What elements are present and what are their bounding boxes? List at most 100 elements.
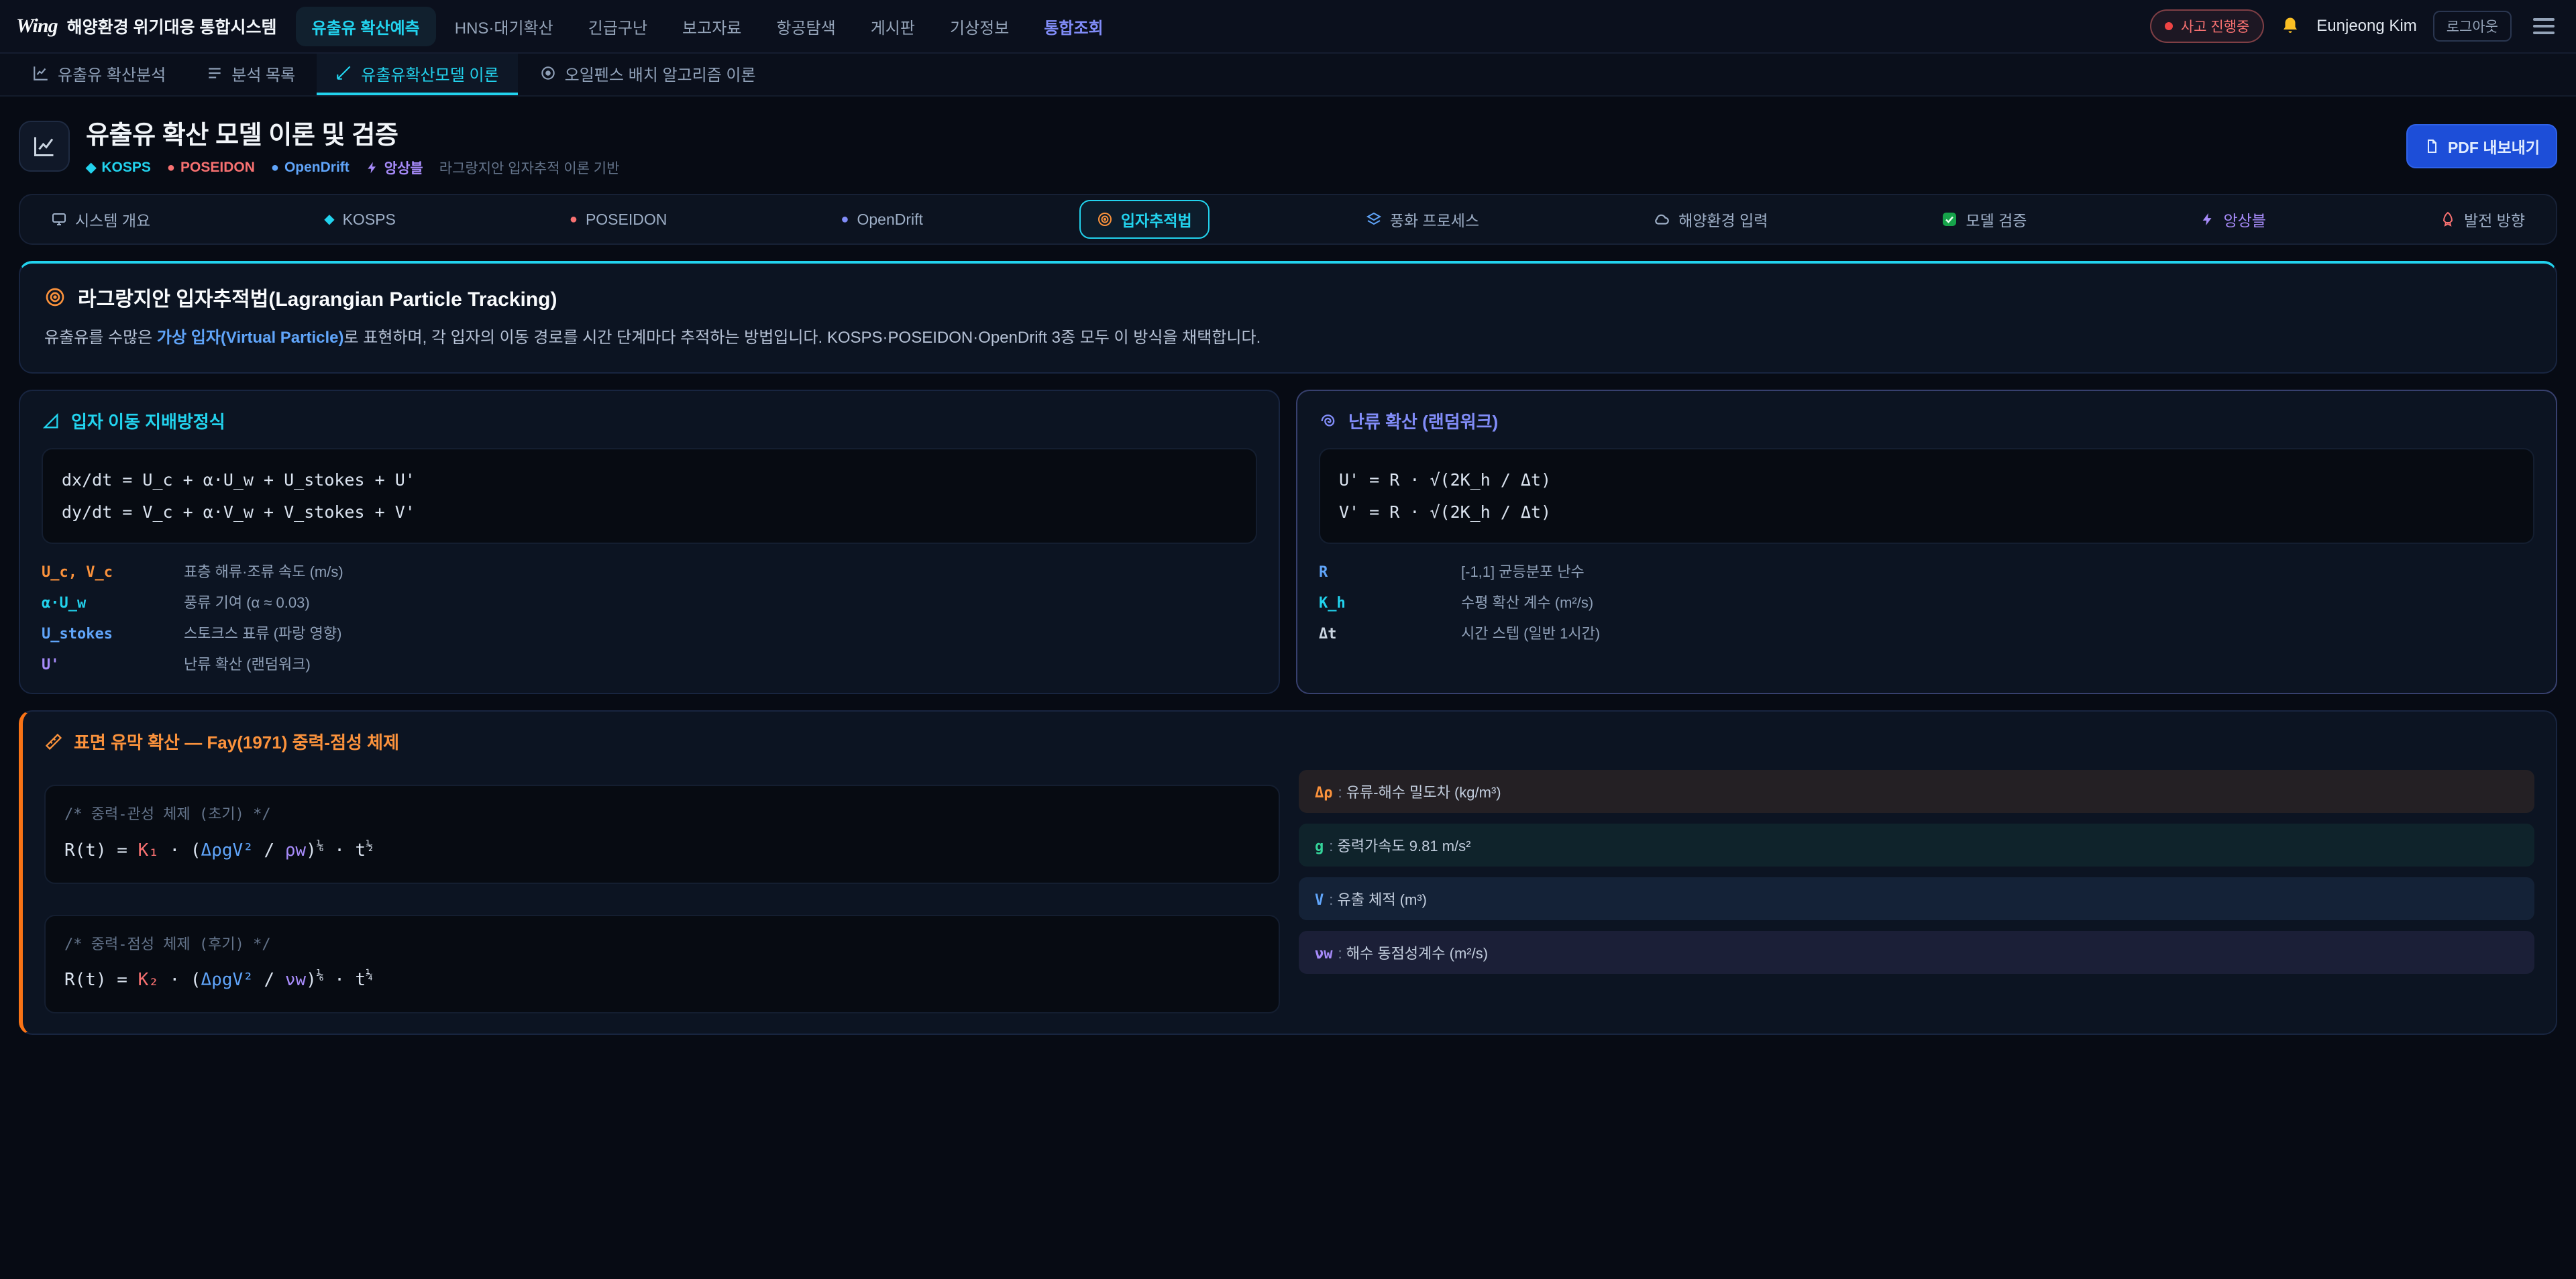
logout-button[interactable]: 로그아웃 [2433,11,2512,42]
lagrangian-title-row: 라그랑지안 입자추적법(Lagrangian Particle Tracking… [44,282,2532,312]
page-title: 유출유 확산 모델 이론 및 검증 [86,114,619,151]
desc-text: 유출유를 수많은 [44,329,157,347]
app-logo: Wing 해양환경 위기대응 통합시스템 [16,14,277,38]
section-item-roadmap[interactable]: 발전 방향 [2422,200,2542,239]
term-desc: 수평 확산 계수 (m²/s) [1461,591,2534,612]
topbar: Wing 해양환경 위기대응 통합시스템 유출유 확산예측 HNS·대기확산 긴… [0,0,2576,54]
badge-label: POSEIDON [180,160,255,176]
section-item-opendrift[interactable]: ● OpenDrift [823,203,941,237]
equation-cards-row: 입자 이동 지배방정식 dx/dt = U_c + α·U_w + U_stok… [19,390,2557,694]
term-desc: 난류 확산 (랜덤워크) [184,653,1257,674]
section-item-validation[interactable]: 모델 검증 [1924,200,2044,239]
pdf-export-button[interactable]: PDF 내보내기 [2406,124,2557,168]
section-item-poseidon[interactable]: ● POSEIDON [552,203,685,237]
section-item-label: 앙상블 [2223,208,2265,231]
tab-oil-boom-theory[interactable]: 오일펜스 배치 알고리즘 이론 [521,54,775,95]
term-desc: 표층 해류·조류 속도 (m/s) [184,560,1257,581]
page-title-block: 유출유 확산 모델 이론 및 검증 ◆ KOSPS ● POSEIDON ● O… [86,114,619,178]
topnav-item-weather-info[interactable]: 기상정보 [934,7,1025,46]
param-row: νw 해수 동점성계수 (m²/s) [1299,931,2534,974]
tab-diffusion-model-theory[interactable]: 유출유확산모델 이론 [317,54,517,95]
badge-label: 앙상블 [384,158,423,178]
term-symbol: α·U_w [42,595,170,612]
section-item-particle-tracking[interactable]: 입자추적법 [1079,200,1210,239]
topnav-item-reports[interactable]: 보고자료 [666,7,757,46]
formula-part: / [254,970,285,990]
param-desc: 중력가속도 9.81 m/s² [1329,834,1470,856]
monitor-icon [51,211,67,227]
topnav-item-emergency-rescue[interactable]: 긴급구난 [572,7,663,46]
topnav-item-aerial-search[interactable]: 항공탐색 [760,7,851,46]
section-item-ocean-input[interactable]: 해양환경 입력 [1635,200,1785,239]
lagrangian-description: 유출유를 수많은 가상 입자(Virtual Particle)로 표현하며, … [44,325,2532,351]
governing-equation-card: 입자 이동 지배방정식 dx/dt = U_c + α·U_w + U_stok… [19,390,1280,694]
menu-icon[interactable] [2528,13,2560,40]
fay-formula-column: /* 중력-관성 체제 (초기) */ R(t) = K₁ · (ΔρgV² /… [44,770,1280,1013]
ruler-icon [44,732,63,751]
term-desc: 시간 스텝 (일반 1시간) [1461,622,2534,643]
bolt-icon [2200,211,2215,227]
random-walk-terms: R [-1,1] 균등분포 난수 K_h 수평 확산 계수 (m²/s) Δt … [1319,560,2534,643]
governing-title: 입자 이동 지배방정식 [71,408,225,433]
main-content: 라그랑지안 입자추적법(Lagrangian Particle Tracking… [0,261,2576,1062]
section-nav: 시스템 개요 ◆ KOSPS ● POSEIDON ● OpenDrift 입자… [19,194,2557,245]
equation-line: V' = R · √(2K_h / Δt) [1339,496,2514,529]
topnav-item-hns-atmospheric[interactable]: HNS·대기확산 [439,7,570,46]
section-item-label: 발전 방향 [2464,208,2525,231]
formula-part: ΔρgV² [201,840,254,860]
page-header: 유출유 확산 모델 이론 및 검증 ◆ KOSPS ● POSEIDON ● O… [0,97,2576,191]
param-desc: 유류-해수 밀도차 (kg/m³) [1338,781,1501,802]
param-symbol: νw [1315,946,1333,962]
section-item-label: 시스템 개요 [75,208,150,231]
topnav-item-board[interactable]: 게시판 [855,7,931,46]
random-walk-title-row: 난류 확산 (랜덤워크) [1319,408,2534,433]
swirl-icon [1319,412,1338,431]
desc-highlight: 가상 입자(Virtual Particle) [157,329,344,347]
param-symbol: Δρ [1315,785,1333,801]
param-desc: 유출 체적 (m³) [1329,888,1427,909]
term-row: α·U_w 풍류 기여 (α ≈ 0.03) [42,591,1257,612]
notification-bell-icon[interactable] [2280,16,2300,36]
term-symbol: U_stokes [42,626,170,643]
tab-label: 분석 목록 [231,62,295,85]
param-row: g 중력가속도 9.81 m/s² [1299,824,2534,867]
fay-formula-viscous: R(t) = K₂ · (ΔρgV² / νw)⅙ · t¼ [64,964,1260,997]
section-item-label: POSEIDON [586,211,667,229]
badge-opendrift: ● OpenDrift [271,160,350,176]
formula-part: · ( [159,970,201,990]
tab-oil-spill-analysis[interactable]: 유출유 확산분석 [13,54,184,95]
logo-title: 해양환경 위기대응 통합시스템 [67,14,277,38]
tabbar: 유출유 확산분석 분석 목록 유출유확산모델 이론 오일펜스 배치 알고리즘 이… [0,54,2576,97]
param-symbol: V [1315,892,1324,909]
section-item-label: 모델 검증 [1966,208,2027,231]
dot-icon: ● [841,213,849,226]
topnav-item-oil-spill-prediction[interactable]: 유출유 확산예측 [296,7,436,46]
fay-spreading-card: 표면 유막 확산 — Fay(1971) 중력-점성 체제 /* 중력-관성 체… [19,710,2557,1034]
section-item-overview[interactable]: 시스템 개요 [34,200,168,239]
term-desc: 풍류 기여 (α ≈ 0.03) [184,591,1257,612]
formula-part: · ( [159,840,201,860]
section-item-kosps[interactable]: ◆ KOSPS [307,203,413,237]
badge-label: KOSPS [101,160,151,176]
diamond-icon: ◆ [86,161,96,174]
circle-dot-icon [539,64,557,82]
tab-analysis-list[interactable]: 분석 목록 [187,54,314,95]
dot-icon: ● [570,213,578,226]
badge-poseidon: ● POSEIDON [167,160,255,176]
status-dot-icon [2165,22,2173,30]
term-row: U' 난류 확산 (랜덤워크) [42,653,1257,674]
user-name: Eunjeong Kim [2316,17,2416,36]
term-symbol: U' [42,657,170,673]
lagrangian-title: 라그랑지안 입자추적법(Lagrangian Particle Tracking… [78,282,557,312]
topnav-item-integrated-search[interactable]: 통합조회 [1028,7,1119,46]
cloud-icon [1653,211,1670,228]
section-item-label: 해양환경 입력 [1678,208,1768,231]
code-comment: /* 중력-관성 체제 (초기) */ [64,801,1260,829]
layers-icon [1366,211,1382,227]
rocket-icon [2440,211,2456,227]
formula-exponent: ¼ [366,968,373,983]
logo-mark: Wing [16,15,58,38]
section-item-label: 입자추적법 [1121,208,1192,231]
section-item-weathering[interactable]: 풍화 프로세스 [1348,200,1497,239]
section-item-ensemble[interactable]: 앙상블 [2183,200,2283,239]
